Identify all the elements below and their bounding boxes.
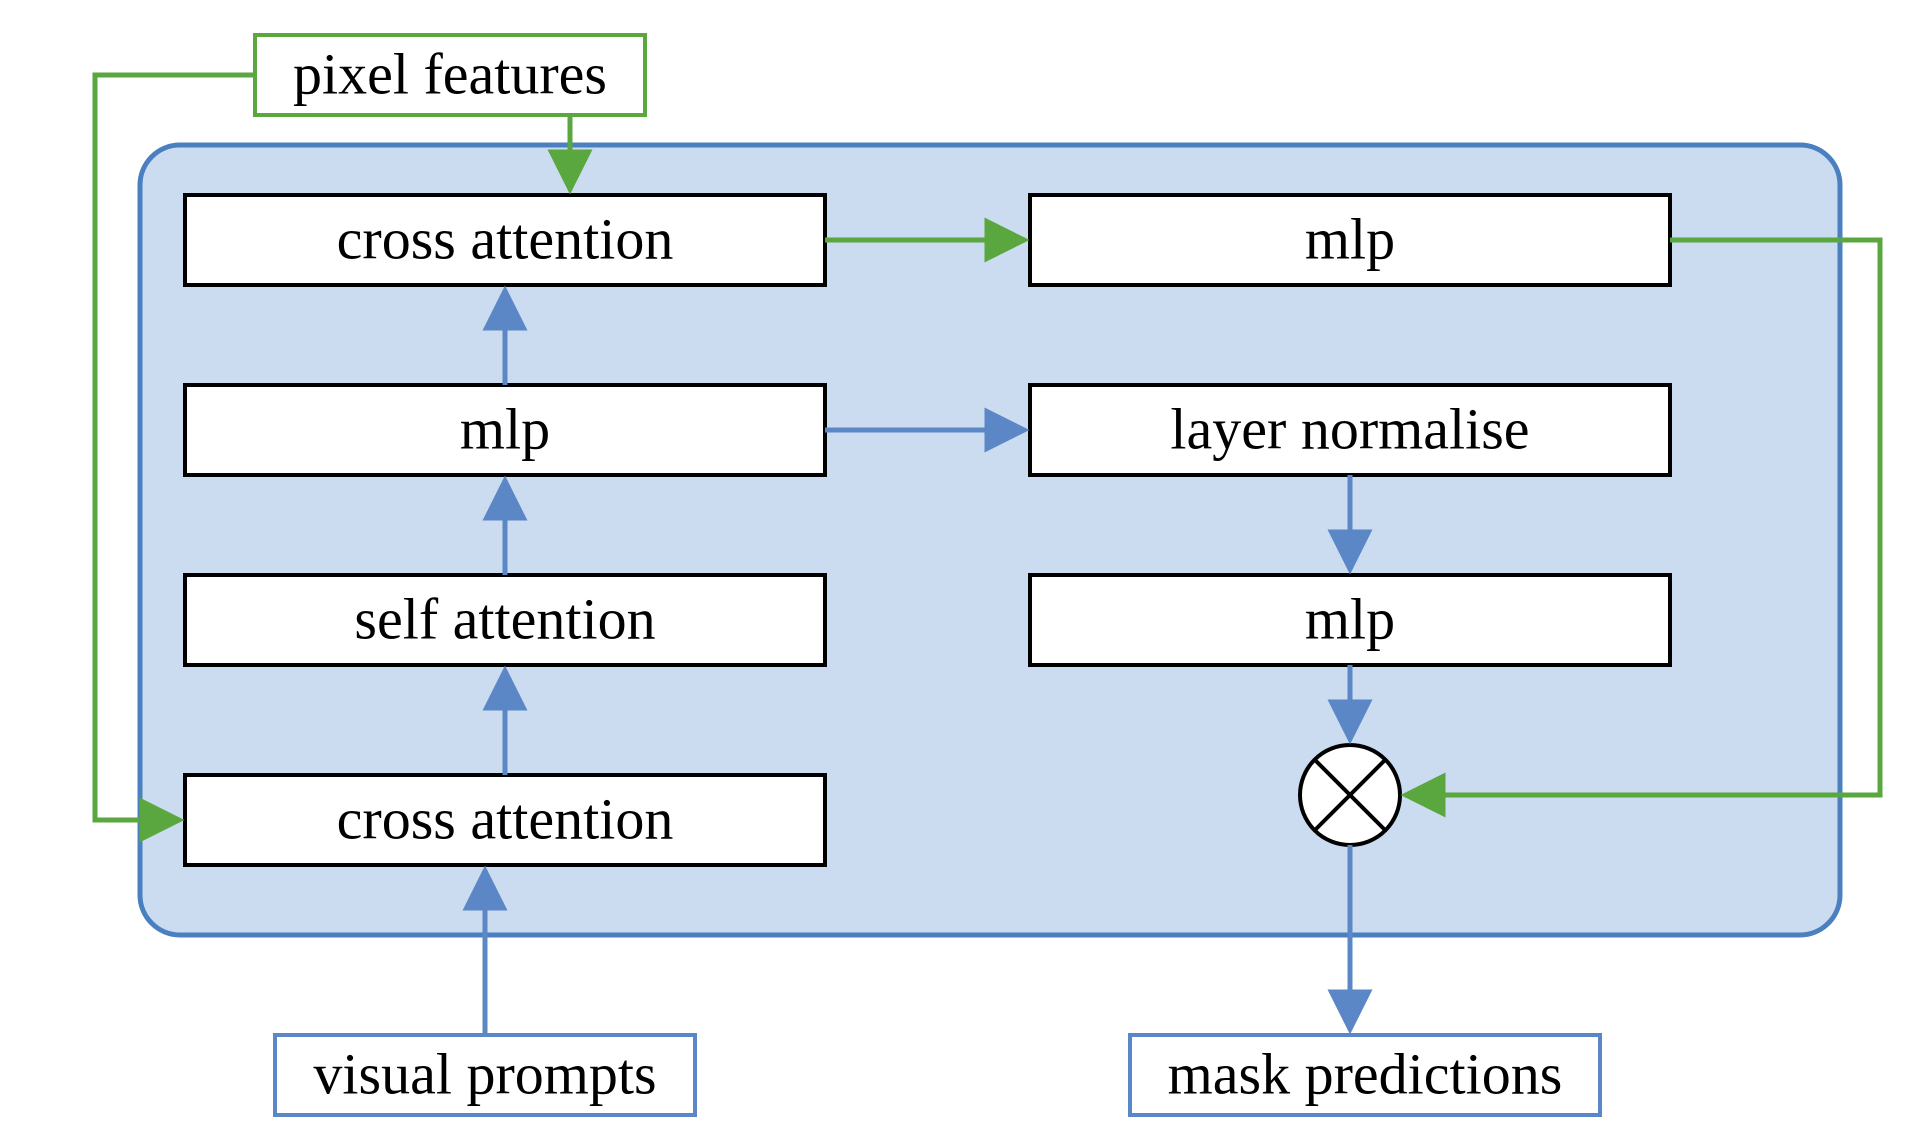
mlp-right-box: mlp [1030, 575, 1670, 665]
pixel-features-label: pixel features [293, 41, 607, 106]
layer-normalise-label: layer normalise [1170, 396, 1529, 461]
cross-attention-bottom-label: cross attention [337, 786, 674, 851]
cross-attention-bottom-box: cross attention [185, 775, 825, 865]
mask-predictions-box: mask predictions [1130, 1035, 1600, 1115]
architecture-diagram: pixel features cross attention mlp self … [0, 0, 1920, 1147]
cross-attention-top-label: cross attention [337, 206, 674, 271]
self-attention-box: self attention [185, 575, 825, 665]
mask-predictions-label: mask predictions [1168, 1041, 1563, 1106]
pixel-features-box: pixel features [255, 35, 645, 115]
mlp-right-label: mlp [1305, 586, 1395, 651]
visual-prompts-box: visual prompts [275, 1035, 695, 1115]
mlp-top-right-box: mlp [1030, 195, 1670, 285]
mlp-left-label: mlp [460, 396, 550, 461]
multiply-operator [1300, 745, 1400, 845]
self-attention-label: self attention [354, 586, 655, 651]
cross-attention-top-box: cross attention [185, 195, 825, 285]
mlp-top-right-label: mlp [1305, 206, 1395, 271]
layer-normalise-box: layer normalise [1030, 385, 1670, 475]
mlp-left-box: mlp [185, 385, 825, 475]
visual-prompts-label: visual prompts [313, 1041, 656, 1106]
